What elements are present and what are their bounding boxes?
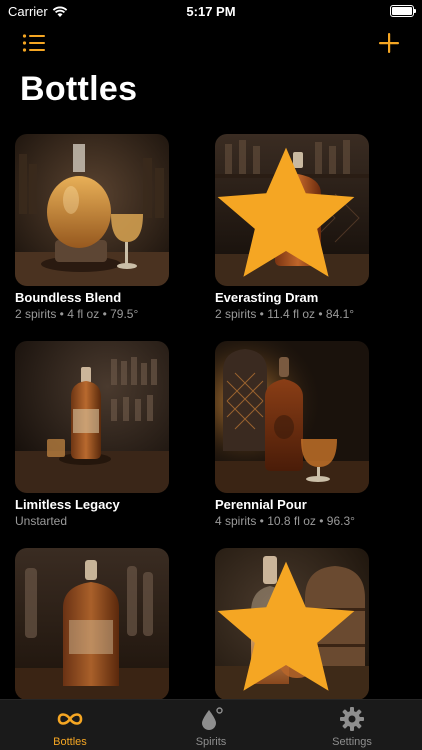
tab-label: Bottles: [53, 736, 87, 748]
tab-bottles[interactable]: Bottles: [0, 700, 140, 750]
list-view-button[interactable]: [22, 33, 46, 53]
bottle-details: 2 spirits • 4 fl oz • 79.5°: [15, 307, 139, 321]
bottle-name: Boundless Blend: [15, 290, 122, 305]
bottle-photo: [215, 548, 369, 700]
bottle-details: 2 spirits • 11.4 fl oz • 84.1°: [215, 307, 355, 321]
add-bottle-button[interactable]: [378, 32, 400, 54]
plus-icon: [379, 33, 399, 53]
bottle-name: Limitless Legacy: [15, 497, 120, 512]
bottle-photo: [15, 548, 169, 700]
gear-icon: [340, 707, 364, 731]
bottle-name: Perennial Pour: [215, 497, 307, 512]
favorite-star-icon: [217, 561, 355, 691]
bottle-photo: [15, 341, 169, 493]
status-bar: Carrier 5:17 PM: [0, 0, 422, 24]
tab-label: Spirits: [195, 736, 227, 748]
tab-bar: Bottles Spirits Settings: [0, 699, 422, 750]
bottle-details: 4 spirits • 10.8 fl oz • 96.3°: [215, 514, 355, 528]
bottle-photo: [215, 341, 369, 493]
list-icon: [22, 34, 45, 52]
bottle-photo: [15, 134, 169, 286]
battery-icon: [390, 5, 416, 17]
bottle-name: Everasting Dram: [215, 290, 319, 305]
bottle-details: Unstarted: [15, 514, 68, 528]
tab-settings[interactable]: Settings: [282, 700, 422, 750]
favorite-star-icon: [217, 147, 355, 277]
tab-label: Settings: [332, 736, 372, 748]
drop-icon: [202, 707, 223, 730]
infinity-icon: [57, 713, 83, 725]
tab-spirits[interactable]: Spirits: [141, 700, 281, 750]
page-title: Bottles: [20, 70, 138, 108]
bottle-photo: [215, 134, 369, 286]
clock: 5:17 PM: [186, 4, 236, 19]
